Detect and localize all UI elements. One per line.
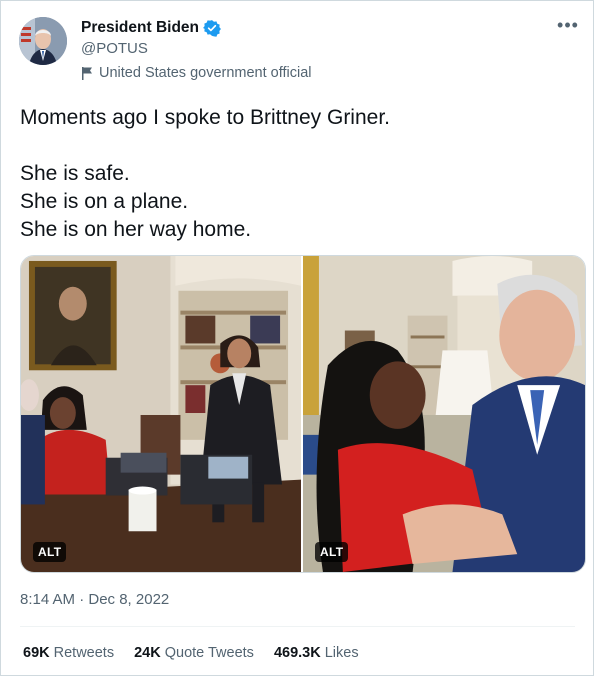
quote-tweets-count: 24K <box>134 645 161 661</box>
tweet-line: Moments ago I spoke to Brittney Griner. <box>20 106 391 129</box>
photo-embrace[interactable]: ALT <box>303 256 585 572</box>
tweet-timestamp[interactable]: 8:14 AM · Dec 8, 2022 <box>20 591 169 608</box>
user-handle[interactable]: @POTUS <box>81 40 148 57</box>
tweet-line: She is on a plane. <box>20 190 189 213</box>
retweets-label: Retweets <box>53 645 115 661</box>
alt-badge[interactable]: ALT <box>33 542 67 562</box>
tweet-header: President Biden @POTUS United States gov… <box>19 16 579 87</box>
quote-tweets-label: Quote Tweets <box>164 645 254 661</box>
alt-badge[interactable]: ALT <box>315 542 349 562</box>
tweet-text: Moments ago I spoke to Brittney Griner. … <box>20 104 575 244</box>
avatar[interactable] <box>19 17 67 65</box>
flag-icon <box>81 66 93 80</box>
retweets-stat[interactable]: 69K Retweets <box>23 645 114 661</box>
likes-stat[interactable]: 469.3K Likes <box>274 645 359 661</box>
quote-tweets-stat[interactable]: 24K Quote Tweets <box>134 645 254 661</box>
retweets-count: 69K <box>23 645 50 661</box>
more-options-icon[interactable]: ••• <box>557 16 579 39</box>
display-name[interactable]: President Biden <box>81 19 199 37</box>
tweet-line: She is safe. <box>20 162 130 185</box>
likes-label: Likes <box>324 645 359 661</box>
likes-count: 469.3K <box>273 645 321 661</box>
engagement-stats: 69K Retweets 24K Quote Tweets 469.3K Lik… <box>23 645 359 661</box>
affiliation-text: United States government official <box>99 65 312 81</box>
divider <box>20 626 575 627</box>
tweet-line: She is on her way home. <box>20 218 252 241</box>
photo-oval-office-call[interactable]: ALT <box>21 256 301 572</box>
affiliation-label: United States government official <box>81 65 312 81</box>
verified-badge-icon <box>203 19 221 37</box>
tweet-card: President Biden @POTUS United States gov… <box>0 0 594 676</box>
media-grid: ALT ALT <box>20 255 586 573</box>
